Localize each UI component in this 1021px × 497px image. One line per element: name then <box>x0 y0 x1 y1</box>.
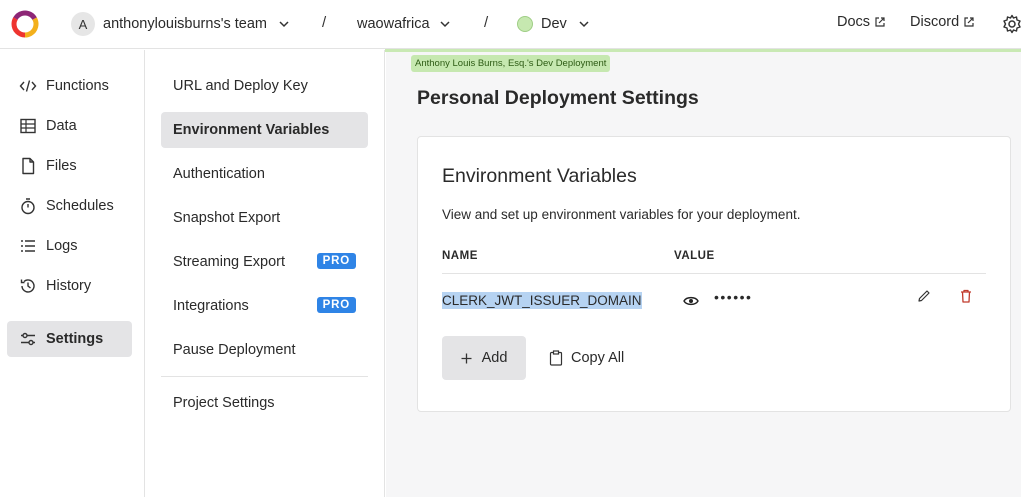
settings-nav-label: Snapshot Export <box>173 210 281 226</box>
pro-badge: PRO <box>316 297 356 313</box>
settings-nav-label: Environment Variables <box>173 122 330 138</box>
add-button[interactable]: Add <box>442 336 526 380</box>
sidebar-item-files[interactable]: Files <box>7 148 132 184</box>
team-selector[interactable]: A anthonylouisburns's team <box>71 12 289 36</box>
sidebar-item-label: History <box>46 278 92 294</box>
main-content: Anthony Louis Burns, Esq.'s Dev Deployme… <box>386 52 1021 497</box>
settings-nav-label: Integrations <box>173 298 249 314</box>
sidebar-item-label: Data <box>46 118 77 134</box>
environment-variables-card: Environment Variables View and set up en… <box>417 136 1011 412</box>
sidebar-item-label: Logs <box>46 238 78 254</box>
code-icon <box>19 80 37 92</box>
sidebar-item-label: Settings <box>46 331 104 347</box>
sidebar-item-history[interactable]: History <box>7 268 132 304</box>
project-selector[interactable]: waowafrica <box>357 12 450 36</box>
main-sidebar: Functions Data Files Schedules Logs Hist… <box>0 50 145 497</box>
team-name: anthonylouisburns's team <box>103 16 267 32</box>
card-description: View and set up environment variables fo… <box>442 207 801 222</box>
stopwatch-icon <box>21 198 35 215</box>
settings-nav-label: Pause Deployment <box>173 342 296 358</box>
eye-icon[interactable] <box>683 295 699 307</box>
external-link-icon <box>875 17 885 27</box>
settings-nav-streaming-export[interactable]: Streaming Export PRO <box>161 244 368 280</box>
env-var-name[interactable]: CLERK_JWT_ISSUER_DOMAIN <box>442 292 642 309</box>
clipboard-icon <box>549 350 563 366</box>
settings-nav-divider <box>161 376 368 377</box>
deployment-selector[interactable]: Dev <box>517 12 589 36</box>
deployment-name: Dev <box>541 16 567 32</box>
project-name: waowafrica <box>357 16 430 32</box>
settings-nav-integrations[interactable]: Integrations PRO <box>161 288 368 324</box>
deployment-status-dot <box>517 16 533 32</box>
card-title: Environment Variables <box>442 165 637 187</box>
chevron-down-icon <box>440 21 450 28</box>
convex-logo[interactable] <box>11 10 39 38</box>
page-title: Personal Deployment Settings <box>417 87 699 109</box>
plus-icon <box>461 353 472 363</box>
docs-label: Docs <box>837 14 871 30</box>
top-bar: A anthonylouisburns's team / waowafrica … <box>0 0 1021 49</box>
table-icon <box>20 118 36 134</box>
breadcrumb-separator: / <box>484 14 489 31</box>
sidebar-item-functions[interactable]: Functions <box>7 68 132 104</box>
pro-badge: PRO <box>316 253 356 269</box>
discord-link[interactable]: Discord <box>910 14 975 30</box>
sidebar-item-schedules[interactable]: Schedules <box>7 188 132 224</box>
list-icon <box>21 240 35 252</box>
discord-label: Discord <box>910 14 960 30</box>
trash-icon[interactable] <box>960 289 972 303</box>
team-avatar: A <box>71 12 95 36</box>
sliders-icon <box>21 332 35 346</box>
history-icon <box>20 279 35 293</box>
settings-nav-environment-variables[interactable]: Environment Variables <box>161 112 368 148</box>
file-icon <box>22 157 35 175</box>
settings-nav-snapshot-export[interactable]: Snapshot Export <box>161 200 368 236</box>
settings-nav-pause-deployment[interactable]: Pause Deployment <box>161 332 368 368</box>
sidebar-item-settings[interactable]: Settings <box>7 321 132 357</box>
gear-icon[interactable] <box>1002 14 1021 34</box>
settings-nav-label: Streaming Export <box>173 254 286 270</box>
sidebar-item-label: Schedules <box>46 198 114 214</box>
settings-nav-label: Authentication <box>173 166 265 182</box>
docs-link[interactable]: Docs <box>837 14 886 30</box>
settings-nav-authentication[interactable]: Authentication <box>161 156 368 192</box>
column-header-value: VALUE <box>674 250 715 262</box>
sidebar-item-label: Files <box>46 158 77 174</box>
external-link-icon <box>964 17 974 27</box>
settings-nav-label: Project Settings <box>173 395 275 411</box>
sidebar-item-logs[interactable]: Logs <box>7 228 132 264</box>
column-header-name: NAME <box>442 250 478 262</box>
chevron-down-icon <box>279 21 289 28</box>
deployment-badge: Anthony Louis Burns, Esq.'s Dev Deployme… <box>411 55 611 72</box>
settings-nav-url-deploy-key[interactable]: URL and Deploy Key <box>161 68 368 104</box>
env-var-value-masked: •••••• <box>714 289 753 305</box>
copy-all-button[interactable]: Copy All <box>549 336 624 380</box>
settings-nav: URL and Deploy Key Environment Variables… <box>145 50 385 497</box>
settings-nav-label: URL and Deploy Key <box>173 78 308 94</box>
settings-nav-project-settings[interactable]: Project Settings <box>161 385 368 421</box>
pencil-icon[interactable] <box>917 289 931 303</box>
breadcrumb-separator: / <box>322 14 327 31</box>
sidebar-item-label: Functions <box>46 78 109 94</box>
sidebar-item-data[interactable]: Data <box>7 108 132 144</box>
chevron-down-icon <box>579 21 589 28</box>
copy-all-label: Copy All <box>571 350 625 366</box>
table-divider <box>442 273 986 274</box>
add-button-label: Add <box>481 350 508 366</box>
